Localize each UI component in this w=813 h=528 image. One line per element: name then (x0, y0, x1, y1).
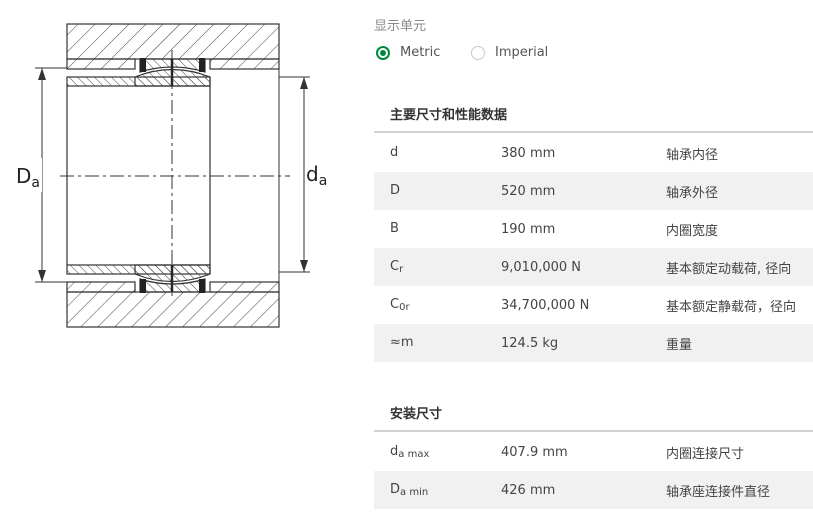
table-row: da max 407.9 mm 内圈连接尺寸 (374, 433, 813, 471)
imperial-label: Imperial (495, 45, 549, 60)
table-row: d 380 mm 轴承内径 (374, 134, 813, 172)
radio-unselected-icon (471, 45, 485, 60)
symbol: Cr (390, 259, 404, 275)
housing-bottom (66, 291, 280, 328)
symbol: D (390, 183, 401, 198)
units-label: 显示单元 (374, 19, 427, 34)
imperial-radio[interactable]: Imperial (471, 45, 548, 60)
table-row: ≈m 124.5 kg 重量 (374, 324, 813, 362)
table-row: Cr 9,010,000 N 基本额定动载荷, 径向 (374, 248, 813, 286)
description: 轴承外径 (666, 185, 719, 201)
description: 轴承内径 (666, 147, 719, 163)
value: 124.5 kg (501, 335, 559, 351)
description: 基本额定静载荷，径向 (666, 299, 797, 315)
metric-radio[interactable]: Metric (376, 45, 440, 60)
value: 190 mm (501, 221, 556, 237)
housing-top (66, 23, 280, 60)
value: 426 mm (501, 482, 556, 498)
metric-label: Metric (400, 45, 441, 60)
value: 407.9 mm (501, 444, 568, 460)
symbol: da max (390, 444, 430, 460)
table-row: B 190 mm 内圈宽度 (374, 210, 813, 248)
symbol: B (390, 221, 399, 236)
symbol: C0r (390, 297, 410, 313)
table-row: D 520 mm 轴承外径 (374, 172, 813, 210)
table-row: Da min 426 mm 轴承座连接件直径 (374, 471, 813, 509)
radio-selected-icon (376, 45, 390, 60)
mounting-dimensions-title: 安装尺寸 (390, 407, 443, 422)
description: 内圈连接尺寸 (666, 446, 745, 462)
description: 轴承座连接件直径 (666, 484, 771, 500)
divider (374, 430, 813, 432)
symbol: ≈m (390, 335, 414, 350)
main-dimensions-title: 主要尺寸和性能数据 (390, 108, 508, 123)
bearing-drawing: Da da (0, 0, 360, 524)
value: 380 mm (501, 145, 556, 161)
symbol: Da min (390, 482, 429, 498)
value: 34,700,000 N (501, 297, 590, 313)
description: 内圈宽度 (666, 223, 719, 239)
value: 9,010,000 N (501, 259, 582, 275)
value: 520 mm (501, 183, 556, 199)
symbol: d (390, 145, 399, 160)
divider (374, 131, 813, 133)
description: 重量 (666, 337, 693, 353)
description: 基本额定动载荷, 径向 (666, 261, 792, 277)
table-row: C0r 34,700,000 N 基本额定静载荷，径向 (374, 286, 813, 324)
